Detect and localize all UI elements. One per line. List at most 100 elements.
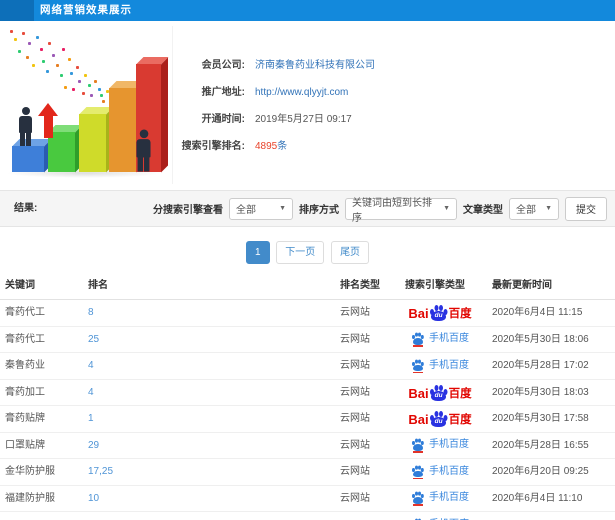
- rank-type-cell: 云网站: [340, 413, 370, 424]
- mobile-baidu-paw-icon: [411, 491, 425, 506]
- baidu-wordmark: Bai: [408, 306, 429, 322]
- engine-type-cell: Bai du 百度: [398, 300, 482, 326]
- rank-link[interactable]: 10: [88, 486, 99, 513]
- engine-view-label: 分搜索引擎查看: [153, 205, 223, 216]
- result-label: 结果:: [14, 203, 38, 214]
- table-row: 膏药贴牌 1 云网站 2020年5月30日 17:58 Bai du 百度: [0, 406, 615, 433]
- engine-type-cell: 手机百度: [398, 353, 482, 379]
- rank-link[interactable]: 17,25: [88, 459, 113, 486]
- baidu-paw-icon: du: [429, 410, 448, 428]
- rank-link[interactable]: 29: [88, 433, 99, 460]
- titlebar-accent: [0, 0, 34, 21]
- company-info-panel: 会员公司: 济南秦鲁药业科技有限公司 推广地址: http://www.qlyy…: [172, 26, 615, 184]
- keyword-cell: 膏药代工: [5, 333, 45, 345]
- update-time-cell: 2020年5月28日 17:02: [492, 360, 589, 371]
- chevron-down-icon: ▼: [443, 205, 450, 212]
- mobile-baidu-label: 手机百度: [429, 492, 469, 503]
- baidu-logo: Bai du 百度: [408, 384, 472, 401]
- chevron-down-icon: ▼: [279, 205, 286, 212]
- promo-url-link[interactable]: http://www.qlyyjt.com: [255, 86, 348, 100]
- update-time-cell: 2020年6月4日 11:15: [492, 307, 583, 318]
- update-time-cell: 2020年5月30日 18:06: [492, 333, 589, 345]
- paw-underline: [413, 477, 423, 480]
- baidu-paw-icon: du: [429, 304, 448, 322]
- paw-pad: [412, 470, 423, 478]
- paw-underline: [413, 371, 423, 374]
- rank-type-cell: 云网站: [340, 492, 370, 504]
- article-type-label: 文章类型: [463, 205, 503, 216]
- engine-rank-label: 搜索引擎排名:: [181, 141, 245, 152]
- baidu-logo: Bai du 百度: [408, 410, 472, 428]
- next-page-button[interactable]: 下一页: [276, 241, 325, 264]
- businessman-left: [19, 107, 32, 146]
- paw-underline: [413, 451, 423, 453]
- mobile-baidu-label: 手机百度: [429, 333, 469, 344]
- mobile-baidu-logo: 手机百度: [411, 459, 469, 486]
- rank-link[interactable]: 1: [88, 406, 94, 433]
- member-company-label: 会员公司:: [201, 60, 245, 71]
- mobile-baidu-logo: 手机百度: [411, 512, 469, 520]
- keyword-cell: 口罩贴牌: [5, 439, 45, 451]
- engine-rank-row: 搜索引擎排名: 4895条: [173, 140, 615, 154]
- engine-rank-value: 4895条: [255, 140, 287, 154]
- last-page-button[interactable]: 尾页: [331, 241, 370, 264]
- keyword-cell: 膏药代工: [5, 307, 45, 318]
- rank-type-cell: 云网站: [340, 307, 370, 318]
- bar-orange: [109, 88, 136, 172]
- table-row: 福建防护服 10 云网站 2020年6月4日 11:10 手机百度: [0, 486, 615, 513]
- filter-controls: 分搜索引擎查看 全部 ▼ 排序方式 关键词由短到长排序 ▼ 文章类型 全部 ▼ …: [153, 191, 607, 226]
- mobile-baidu-logo: 手机百度: [411, 326, 469, 353]
- rank-count: 4895: [255, 141, 278, 152]
- paw-pad: [412, 364, 423, 372]
- mobile-baidu-logo: 手机百度: [411, 432, 469, 459]
- rank-link[interactable]: 4: [88, 353, 94, 380]
- baidu-cn-wordmark: 百度: [448, 387, 472, 400]
- sort-label: 排序方式: [299, 205, 339, 216]
- update-time-cell: 2020年5月28日 16:55: [492, 439, 589, 451]
- page-title: 网络营销效果展示: [40, 4, 132, 16]
- baidu-wordmark: Bai: [408, 412, 429, 428]
- table-header: 关键词 排名 排名类型 搜索引擎类型 最新更新时间: [0, 272, 615, 300]
- sort-select[interactable]: 关键词由短到长排序 ▼: [345, 197, 457, 224]
- paw-pad: du: [431, 390, 447, 401]
- engine-type-cell: 手机百度: [398, 486, 482, 512]
- update-time-cell: 2020年6月20日 09:25: [492, 466, 589, 477]
- engine-view-selected: 全部: [236, 205, 256, 216]
- rank-link[interactable]: 4: [88, 380, 94, 407]
- open-time-value: 2019年5月27日 09:17: [255, 114, 352, 125]
- mobile-baidu-paw-icon: [411, 465, 425, 480]
- engine-type-cell: 手机百度: [398, 327, 482, 353]
- rank-type-cell: 云网站: [340, 360, 370, 371]
- engine-view-select[interactable]: 全部 ▼: [229, 197, 293, 220]
- submit-button[interactable]: 提交: [565, 196, 607, 221]
- rank-link[interactable]: 8: [88, 300, 94, 327]
- table-row: 膏药加工 4 云网站 2020年5月30日 18:03 Bai du 百度: [0, 380, 615, 407]
- current-page-button[interactable]: 1: [245, 241, 270, 264]
- mobile-baidu-paw-icon: [411, 438, 425, 453]
- rank-type-cell: 云网站: [340, 333, 370, 345]
- paw-pad: [412, 497, 423, 504]
- article-type-select[interactable]: 全部 ▼: [509, 197, 559, 220]
- keyword-cell: 秦鲁药业: [5, 360, 45, 371]
- confetti-dots: [10, 30, 13, 33]
- engine-type-cell: Bai du 百度: [398, 406, 482, 432]
- pagination: 1 下一页 尾页: [0, 241, 615, 264]
- titlebar: 网络营销效果展示: [0, 0, 615, 21]
- chevron-down-icon: ▼: [545, 205, 552, 212]
- bar-green: [48, 132, 75, 172]
- baidu-logo: Bai du 百度: [408, 304, 472, 322]
- paw-underline: [413, 504, 423, 506]
- table-row: 手机百度: [0, 512, 615, 520]
- mobile-baidu-label: 手机百度: [429, 465, 469, 477]
- paw-pad: du: [431, 311, 447, 322]
- bar-chart-illustration: [2, 26, 170, 182]
- rank-link[interactable]: 25: [88, 327, 99, 354]
- rank-type-cell: 云网站: [340, 466, 370, 477]
- rank-unit: 条: [277, 141, 288, 152]
- header-keyword: 关键词: [5, 280, 35, 291]
- mobile-baidu-logo: 手机百度: [411, 485, 469, 512]
- table-row: 膏药代工 8 云网站 2020年6月4日 11:15 Bai du 百度: [0, 300, 615, 327]
- table-body: 膏药代工 8 云网站 2020年6月4日 11:15 Bai du 百度 膏药代工 25 云网站 2…: [0, 300, 615, 520]
- header-rank: 排名: [88, 280, 108, 291]
- member-company-link[interactable]: 济南秦鲁药业科技有限公司: [255, 59, 375, 73]
